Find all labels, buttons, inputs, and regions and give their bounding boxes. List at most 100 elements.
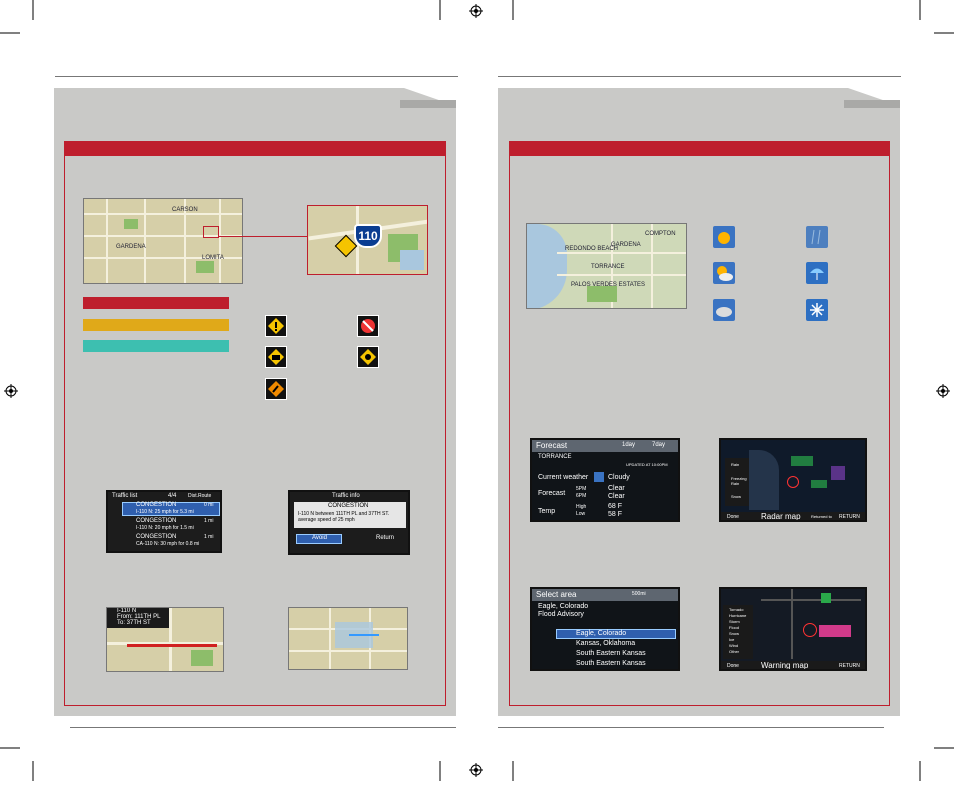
select-area-header: Eagle, Colorado <box>538 603 589 610</box>
radar-mid: Returned to CHART <box>811 514 832 522</box>
map-label-palos-verdes: PALOS VERDES ESTATES <box>571 282 646 288</box>
forecast-city: TORRANCE <box>538 454 572 460</box>
traffic-row-type: CONGESTION <box>136 502 177 508</box>
map-label-torrance: TORRANCE <box>591 264 625 270</box>
traffic-info-type: CONGESTION <box>328 503 369 509</box>
right-panel-tab <box>844 100 900 108</box>
warning-legend-item: Other <box>729 649 740 654</box>
radar-title: Radar map <box>761 512 801 521</box>
map-label-carson: CARSON <box>172 207 198 213</box>
detour-map <box>288 607 408 670</box>
legend-bar-teal <box>83 340 229 352</box>
temp-label: Temp <box>538 508 556 515</box>
construction-icon <box>265 378 287 400</box>
traffic-row-detail: I-110 N: 20 mph for 1.5 mi <box>136 525 194 531</box>
current-weather-value: Cloudy <box>608 474 630 481</box>
map-label-compton: COMPTON <box>645 231 676 237</box>
select-area-title: Select area <box>536 590 577 599</box>
popup-to: To: 37TH ST <box>117 620 151 626</box>
warning-done-button[interactable]: Done <box>727 663 739 669</box>
warning-legend-item: Snow <box>729 631 740 636</box>
forecast-cond: Clear <box>608 485 625 492</box>
interstate-shield-icon: 110 <box>354 224 382 248</box>
radar-return-button[interactable]: RETURN <box>839 514 860 520</box>
traffic-list-screen: Traffic list 4/4 Dist.Route CONGESTION I… <box>106 490 222 553</box>
tab-7day[interactable]: 7day <box>652 442 665 448</box>
location-crosshair-icon <box>803 623 817 637</box>
forecast-label: Forecast <box>538 490 566 497</box>
traffic-info-detail: I-110 N between 111TH PL and 37TH ST. av… <box>298 511 390 523</box>
cloudy-small-icon <box>594 472 604 482</box>
umbrella-icon <box>806 262 828 284</box>
traffic-row-dist: 1 mi <box>204 534 214 540</box>
warning-map-screen: Tornado Hurricane Storm Flood Snow Ice W… <box>719 587 867 671</box>
select-area-item[interactable]: Kansas, Oklahoma <box>576 640 635 647</box>
temp-high: 68 F <box>608 503 623 510</box>
traffic-row-dist: 1 mi <box>204 518 214 524</box>
radar-map-screen: Rain Freezing Rain Snow Done Radar map R… <box>719 438 867 522</box>
select-area-range: 500mi <box>632 591 646 597</box>
low-label: Low <box>576 511 586 517</box>
cloudy-icon <box>713 299 735 321</box>
warning-legend-item: Hurricane <box>729 613 747 618</box>
weather-hazard-icon <box>357 346 379 368</box>
traffic-overview-map: CARSON GARDENA LOMITA <box>83 198 243 284</box>
avoid-button-label: Avoid <box>312 535 327 541</box>
traffic-list-sort[interactable]: Dist.Route <box>188 493 211 499</box>
forecast-screen: Forecast 1day 7day TORRANCE UPDATED AT 1… <box>530 438 680 522</box>
high-label: High <box>576 504 587 510</box>
partly-cloudy-icon <box>713 262 735 284</box>
warning-return-button[interactable]: RETURN <box>839 663 860 669</box>
traffic-row-detail: I-110 N: 25 mph for 5.3 mi <box>136 509 194 515</box>
warning-legend-item: Wind <box>729 643 739 648</box>
warning-legend-item: Ice <box>729 637 735 642</box>
radar-legend-snow: Snow <box>731 494 742 499</box>
right-section-bar <box>509 141 890 155</box>
traffic-info-screen: Traffic info CONGESTION I-110 N between … <box>288 490 410 555</box>
footer-rule-left <box>70 727 456 728</box>
warning-legend-item: Storm <box>729 619 740 624</box>
radar-legend-freezing: Freezing Rain <box>731 476 747 486</box>
traffic-row-dist: 0 mi <box>204 502 214 508</box>
accident-icon <box>265 346 287 368</box>
map-label-gardena: GARDENA <box>116 244 146 250</box>
traffic-row-type[interactable]: CONGESTION <box>136 518 176 524</box>
select-area-item[interactable]: South Eastern Kansas <box>576 650 646 657</box>
warning-legend-item: Tornado <box>729 607 744 612</box>
rain-icon <box>806 226 828 248</box>
traffic-list-count: 4/4 <box>168 493 177 499</box>
location-marker-icon <box>787 476 799 488</box>
legend-bar-red <box>83 297 229 309</box>
return-button[interactable]: Return <box>376 535 394 541</box>
traffic-row-type[interactable]: CONGESTION <box>136 534 176 540</box>
traffic-info-title: Traffic info <box>332 493 360 499</box>
snow-icon <box>806 299 828 321</box>
route-popup-map: I-110 N From: 111TH PL To: 37TH ST <box>106 607 224 672</box>
warning-title: Warning map <box>761 661 809 670</box>
forecast-updated: UPDATED AT 10:00PM <box>626 462 668 467</box>
map-label-lomita: LOMITA <box>202 255 224 261</box>
sunny-icon <box>713 226 735 248</box>
forecast-cond: Clear <box>608 493 625 500</box>
map-label-redondo: REDONDO BEACH <box>565 246 619 252</box>
forecast-title: Forecast <box>536 441 568 450</box>
header-rule-left <box>55 76 458 77</box>
left-panel-tab <box>400 100 456 108</box>
legend-bar-yellow <box>83 319 229 331</box>
select-area-item[interactable]: Eagle, Colorado <box>576 630 626 637</box>
header-rule-right <box>498 76 901 77</box>
weather-overview-map: COMPTON GARDENA REDONDO BEACH TORRANCE P… <box>526 223 687 309</box>
traffic-row-detail: CA-110 N: 30 mph for 0.8 mi <box>136 541 200 547</box>
callout-connector <box>218 236 308 237</box>
select-area-subheader: Flood Advisory <box>538 611 584 618</box>
temp-low: 58 F <box>608 511 623 518</box>
road-closed-icon <box>357 315 379 337</box>
current-weather-label: Current weather <box>538 474 589 481</box>
radar-done-button[interactable]: Done <box>727 514 739 520</box>
traffic-zoom-map: 110 <box>307 205 428 275</box>
warning-legend-item: Flood <box>729 625 740 630</box>
select-area-screen: Select area 500mi Eagle, Colorado Flood … <box>530 587 680 671</box>
tab-1day[interactable]: 1day <box>622 442 635 448</box>
select-area-item[interactable]: South Eastern Kansas <box>576 660 646 667</box>
footer-rule-right <box>498 727 884 728</box>
